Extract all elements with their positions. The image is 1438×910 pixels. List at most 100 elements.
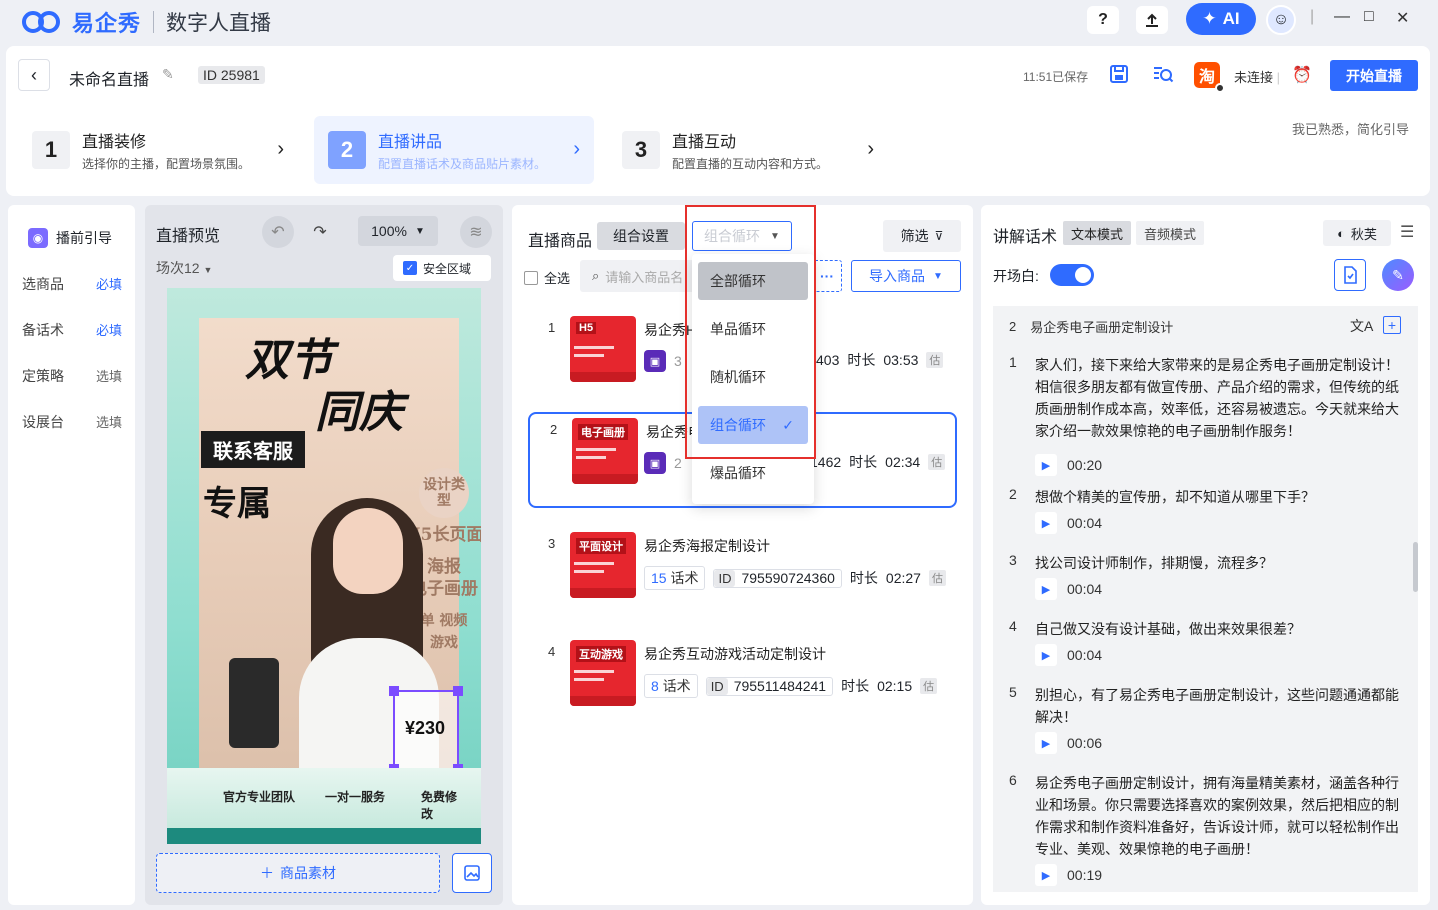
undo-button[interactable]: ↶ [262, 216, 294, 248]
caret-down-icon: ▼ [414, 225, 425, 237]
step-decorate[interactable]: 1 直播装修 选择你的主播，配置场景氛围。 › [18, 116, 298, 184]
search-preview-icon[interactable] [1152, 64, 1174, 86]
chevron-right-icon: › [867, 138, 874, 160]
back-button[interactable]: ‹ [18, 59, 50, 91]
product-id: ID 795590724360 [713, 568, 842, 588]
translate-icon[interactable]: 文A [1350, 316, 1373, 336]
redo-icon: ↷ [313, 224, 327, 241]
combo-settings-tab[interactable]: 组合设置 [597, 222, 685, 250]
app-logo: 易企秀 数字人直播 [22, 6, 271, 38]
script-scrollbar[interactable] [1413, 542, 1418, 592]
sidebar-item-select-products[interactable]: 选商品 必填 [22, 274, 122, 294]
document-icon[interactable] [1334, 259, 1366, 291]
filter-button[interactable]: 筛选 ⊽ [883, 220, 961, 252]
upload-icon [1146, 13, 1158, 27]
product-overlay-selection[interactable]: ¥230 [389, 686, 463, 774]
user-avatar[interactable]: ☺ [1266, 5, 1296, 35]
opening-toggle[interactable] [1050, 264, 1094, 286]
product-thumbnail: 互动游戏 [570, 640, 636, 706]
undo-icon: ↶ [271, 224, 285, 241]
select-all-checkbox[interactable]: 全选 [524, 268, 570, 287]
image-icon [464, 865, 480, 881]
session-select[interactable]: 场次12 ▼ [156, 258, 212, 278]
chevron-left-icon: ‹ [31, 64, 37, 85]
import-goods-button[interactable]: 导入商品 ▼ [851, 260, 961, 292]
guide-header: ◉ 播前引导 [28, 228, 112, 248]
safe-area-checkbox[interactable]: ✓ 安全区域 [393, 255, 491, 281]
live-title: 未命名直播 [69, 72, 150, 89]
help-button[interactable]: ? [1087, 6, 1119, 34]
loop-option-hot[interactable]: 爆品循环 [698, 454, 808, 492]
step-products[interactable]: 2 直播讲品 配置直播话术及商品贴片素材。 › [314, 116, 594, 184]
text-mode-tab[interactable]: 文本模式 [1063, 221, 1132, 245]
checkbox-checked-icon: ✓ [403, 261, 417, 275]
product-row[interactable]: 3 平面设计 易企秀海报定制设计 15 话术 ID 795590724360 时长… [528, 528, 957, 624]
phone-stand [229, 658, 279, 748]
opening-label: 开场白: [993, 268, 1039, 284]
talk-count-badge: 15 话术 [644, 566, 706, 590]
zoom-select[interactable]: 100% ▼ [358, 216, 438, 246]
product-name: 数字人直播 [166, 12, 272, 35]
goods-material-button[interactable]: ＋商品素材 [156, 853, 440, 893]
image-upload-button[interactable] [452, 853, 492, 893]
pre-live-guide-panel [8, 205, 135, 905]
chevron-right-icon: › [277, 138, 284, 160]
sidebar-item-showcase[interactable]: 设展台 选填 [22, 412, 122, 432]
script-list: 1 家人们，接下来给大家带来的是易企秀电子画册定制设计！相信很多朋友都有做宣传册… [993, 346, 1418, 892]
checkbox-icon [524, 270, 538, 285]
filter-icon: ⊽ [934, 229, 944, 243]
saved-status: 11:51已保存 [1023, 70, 1089, 84]
play-icon: ▶ [1035, 732, 1057, 754]
sidebar-item-prepare-script[interactable]: 备话术 必填 [22, 320, 122, 340]
play-icon: ▶ [1035, 512, 1057, 534]
sidebar-item-strategy[interactable]: 定策略 选填 [22, 366, 122, 386]
redo-button[interactable]: ↷ [304, 216, 336, 248]
upload-button[interactable] [1136, 6, 1168, 34]
live-id-badge: ID 25981 [198, 66, 265, 84]
script-title: 讲解话术 [993, 229, 1058, 246]
logo-icon [22, 10, 66, 34]
highlight-box [685, 205, 816, 459]
product-search-input[interactable]: ⌕ 请输入商品名 [580, 260, 698, 292]
alarm-icon[interactable]: ⏰ [1292, 65, 1312, 85]
layers-button[interactable]: ≋ [460, 216, 492, 248]
ai-button[interactable]: ✦ AI [1186, 3, 1256, 35]
product-thumbnail: H5 [570, 316, 636, 382]
goods-title: 直播商品 [528, 233, 593, 250]
layers-icon: ≋ [469, 224, 483, 241]
close-button[interactable]: ✕ [1396, 8, 1409, 28]
connection-status: 未连接 | [1234, 70, 1281, 85]
caret-down-icon: ▼ [933, 270, 943, 282]
more-button[interactable]: ··· [812, 260, 842, 292]
voice-select[interactable]: ◐ 秋芙 [1323, 220, 1391, 246]
magic-wand-icon[interactable]: ✎ [1382, 259, 1414, 291]
play-icon: ▶ [1035, 644, 1057, 666]
edit-icon[interactable]: ✎ [162, 66, 174, 83]
talk-count-badge: 8 话术 [644, 674, 698, 698]
gallery-icon: ▣ [644, 452, 666, 474]
save-icon[interactable] [1108, 64, 1130, 86]
play-icon: ▶ [1035, 454, 1057, 476]
product-id: ID 795511484241 [705, 676, 834, 696]
brand-name: 易企秀 [72, 11, 142, 36]
product-row[interactable]: 4 互动游戏 易企秀互动游戏活动定制设计 8 话术 ID 795511484241… [528, 636, 957, 732]
settings-sliders-icon[interactable]: ☰ [1400, 222, 1414, 242]
add-icon[interactable]: + [1383, 316, 1401, 334]
chevron-right-icon: › [573, 138, 580, 160]
maximize-button[interactable]: □ [1364, 8, 1374, 26]
audio-mode-tab[interactable]: 音频模式 [1136, 221, 1205, 245]
search-icon: ⌕ [592, 268, 600, 283]
play-icon: ▶ [1035, 864, 1057, 886]
preview-title: 直播预览 [156, 228, 221, 245]
live-preview-canvas[interactable]: 设计类型 H5长页面 海报 电子画册 单 视频 游戏 ¥230 双节 同庆 联系… [167, 288, 481, 844]
location-icon: ◉ [28, 228, 48, 248]
simplify-guide-link[interactable]: 我已熟悉，简化引导 [1292, 119, 1409, 138]
play-icon: ▶ [1035, 578, 1057, 600]
product-thumbnail: 平面设计 [570, 532, 636, 598]
start-live-button[interactable]: 开始直播 [1330, 60, 1418, 91]
sparkle-icon: ✦ [1202, 9, 1217, 28]
minimize-button[interactable]: — [1334, 8, 1350, 26]
connection-dot [1215, 83, 1225, 93]
product-thumbnail: 电子画册 [572, 418, 638, 484]
step-interaction[interactable]: 3 直播互动 配置直播的互动内容和方式。 › [608, 116, 888, 184]
